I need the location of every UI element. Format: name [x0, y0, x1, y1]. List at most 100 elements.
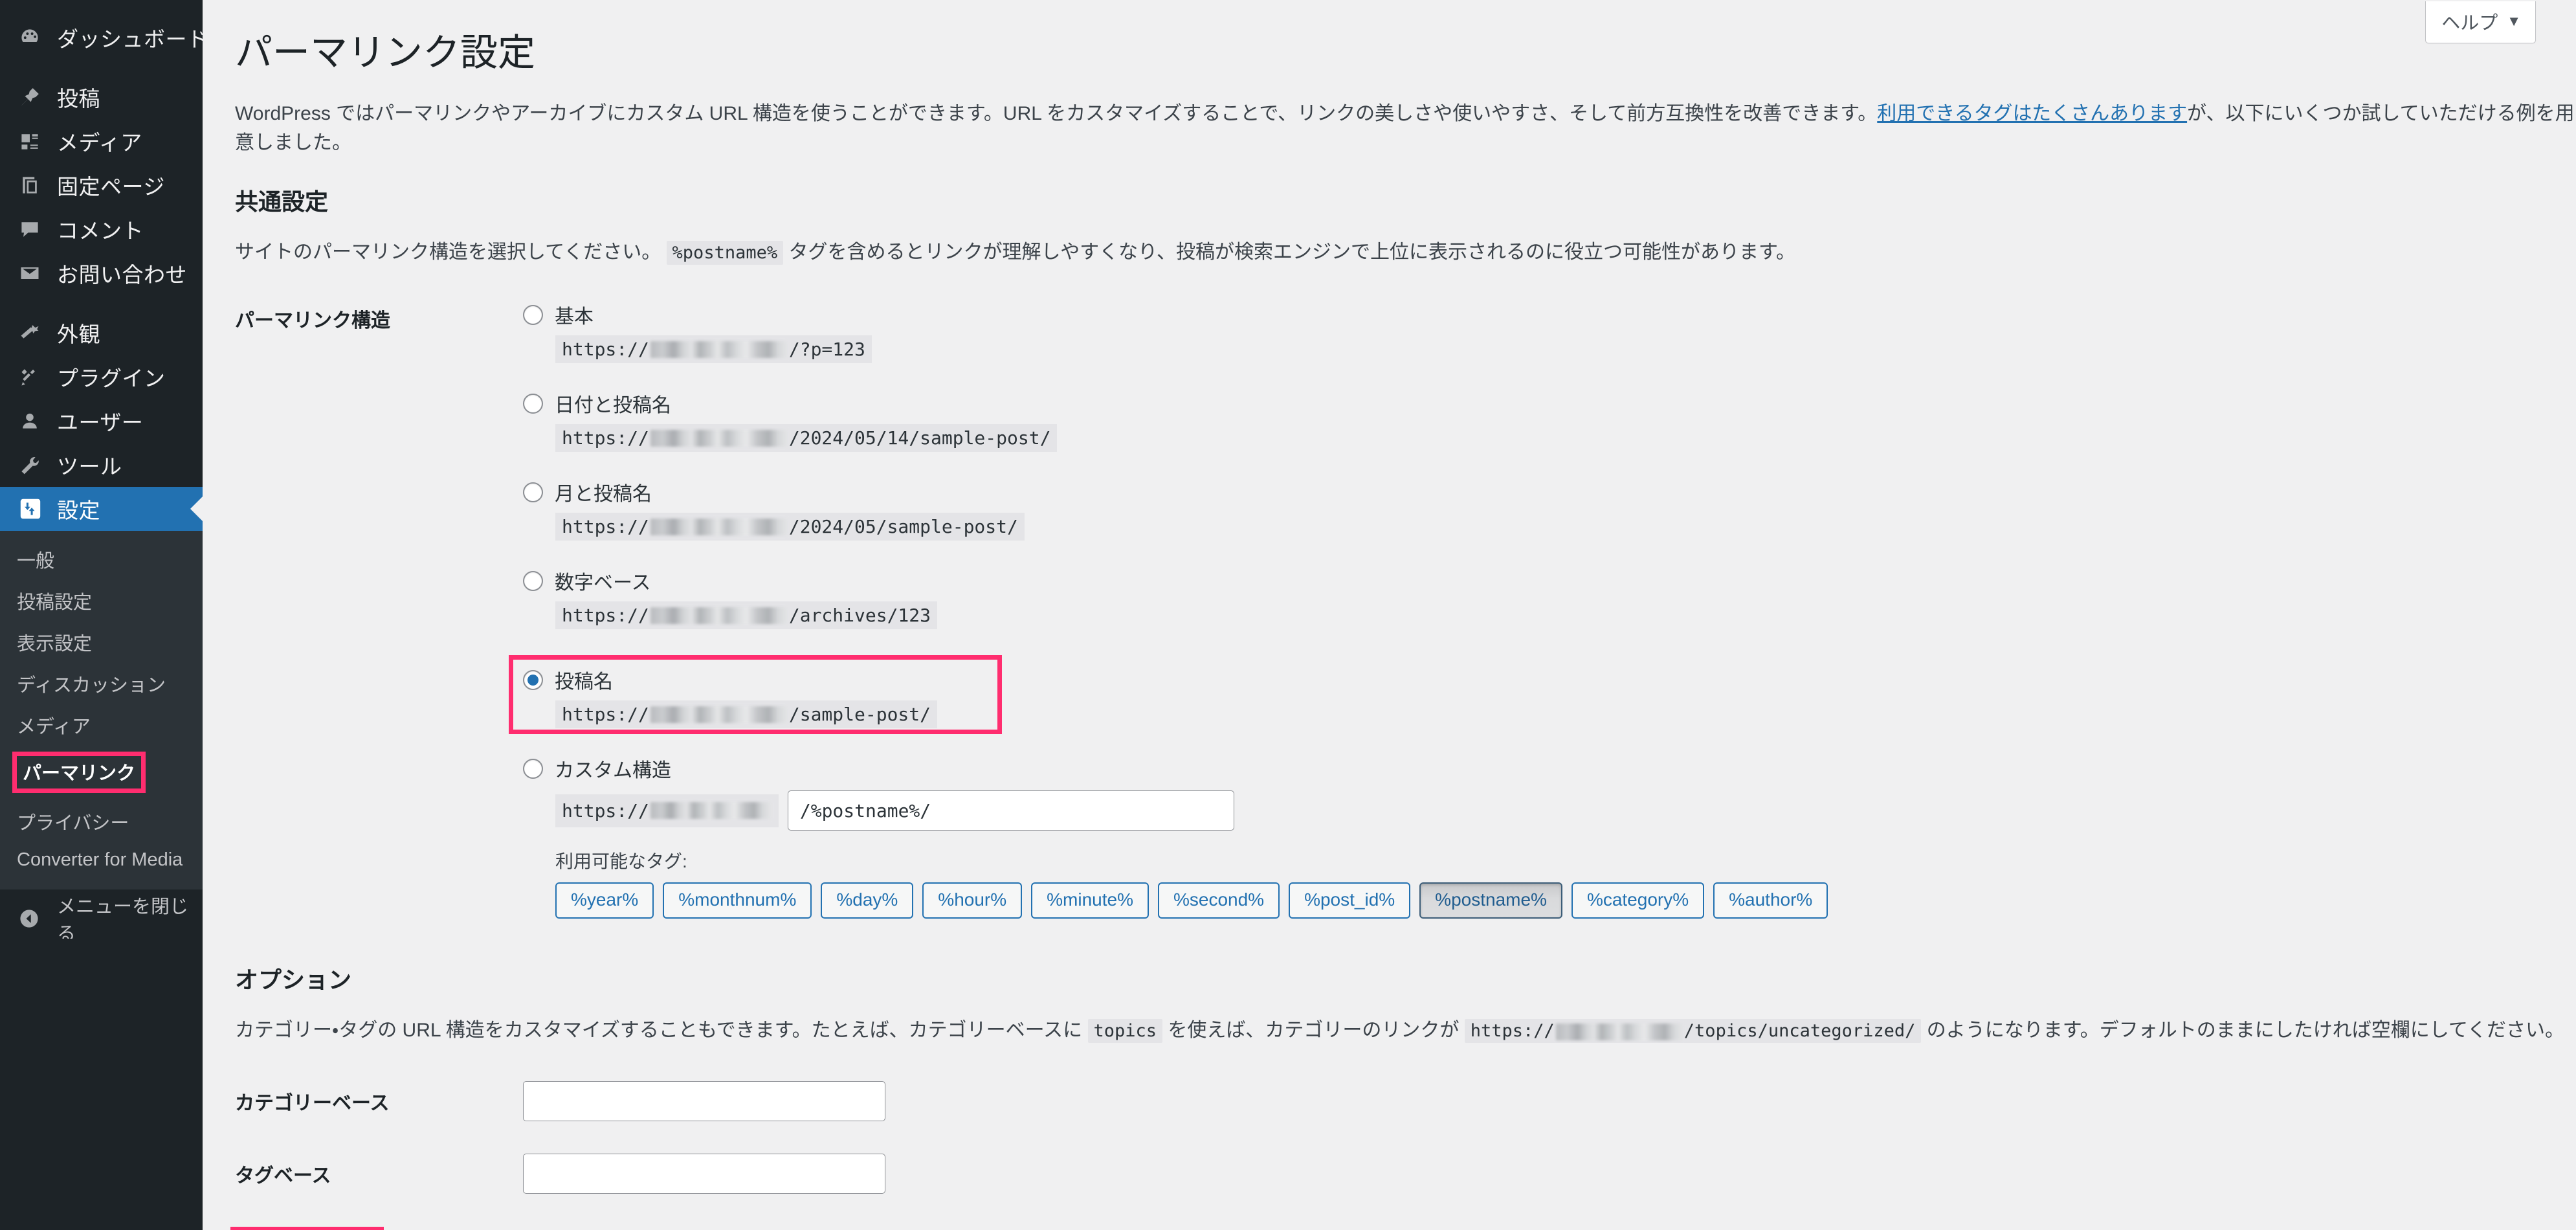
- wordpress-admin-screen: ダッシュボード 投稿 メディア 固定ページ コメント お問い合わせ 外観 プラグ…: [0, 0, 2576, 1230]
- comment-icon: [18, 218, 52, 241]
- sidebar-item-writing[interactable]: 投稿設定: [0, 580, 203, 621]
- sidebar-filler: [0, 939, 203, 1230]
- sidebar-item-contact[interactable]: お問い合わせ: [0, 251, 203, 295]
- url-example-day-and-name: https:// /2024/05/14/sample-post/: [555, 424, 1058, 453]
- available-tags-label: 利用可能なタグ:: [555, 851, 687, 872]
- sidebar-item-settings[interactable]: 設定: [0, 487, 203, 531]
- sidebar-top-spacer: [0, 0, 203, 16]
- sidebar-menu: ダッシュボード 投稿 メディア 固定ページ コメント お問い合わせ 外観 プラグ…: [0, 0, 208, 531]
- radio-option-post-name[interactable]: 投稿名 https:// /sample-post/: [509, 655, 2576, 740]
- help-toggle-button[interactable]: ヘルプ ▼: [2425, 1, 2536, 43]
- sidebar-item-appearance[interactable]: 外観: [0, 311, 203, 355]
- media-icon: [18, 129, 52, 153]
- category-base-row: カテゴリーベース: [235, 1081, 2576, 1122]
- sidebar-item-general[interactable]: 一般: [0, 539, 203, 580]
- sidebar-item-posts[interactable]: 投稿: [0, 75, 203, 119]
- radio-plain[interactable]: [523, 304, 543, 325]
- mail-icon: [18, 262, 52, 285]
- submenu-label: プライバシー: [17, 813, 129, 834]
- radio-option-plain[interactable]: 基本 https:// /?p=123: [523, 300, 2576, 364]
- radio-label: カスタム構造: [555, 760, 671, 782]
- available-tags-link[interactable]: 利用できるタグはたくさんあります: [1877, 103, 2187, 124]
- submenu-label: 投稿設定: [17, 592, 93, 613]
- sidebar-item-comments[interactable]: コメント: [0, 207, 203, 251]
- sidebar-item-tools[interactable]: ツール: [0, 443, 203, 487]
- url-example-post-name: https:// /sample-post/: [555, 700, 938, 729]
- redacted-domain: [650, 802, 771, 820]
- radio-label: 投稿名: [555, 671, 613, 693]
- sidebar-item-plugins[interactable]: プラグイン: [0, 355, 203, 399]
- submenu-label: ディスカッション: [17, 675, 166, 696]
- collapse-menu-button[interactable]: メニューを閉じる: [0, 897, 203, 945]
- redacted-domain: [650, 518, 788, 535]
- sidebar-item-pages[interactable]: 固定ページ: [0, 163, 203, 207]
- radio-option-day-and-name[interactable]: 日付と投稿名 https:// /2024/05/14/sample-post/: [523, 389, 2576, 453]
- common-settings-heading: 共通設定: [235, 188, 329, 216]
- collapse-menu-label: メニューを閉じる: [57, 897, 189, 945]
- collapse-menu-wrap: メニューを閉じる: [0, 889, 203, 945]
- tools-icon: [18, 453, 52, 476]
- sidebar-item-permalinks[interactable]: パーマリンク: [0, 746, 203, 799]
- sidebar-item-privacy[interactable]: プライバシー: [0, 799, 203, 842]
- radio-custom[interactable]: [523, 758, 543, 779]
- sidebar-item-discussion[interactable]: ディスカッション: [0, 663, 203, 704]
- radio-option-numeric[interactable]: 数字ベース https:// /archives/123: [523, 566, 2576, 630]
- sidebar-item-users[interactable]: ユーザー: [0, 399, 203, 443]
- custom-structure-input[interactable]: [787, 790, 1234, 831]
- sidebar-item-label: 設定: [57, 498, 100, 522]
- submenu-label: 表示設定: [17, 634, 93, 654]
- url-suffix: /2024/05/14/sample-post/: [788, 427, 1051, 449]
- redacted-domain: [650, 341, 788, 358]
- main-content: ヘルプ ▼ パーマリンク設定 WordPress ではパーマリンクやアーカイブに…: [203, 0, 2576, 1230]
- sidebar-item-converter-for-media[interactable]: Converter for Media: [0, 842, 203, 878]
- url-prefix: https://: [562, 800, 649, 822]
- pin-icon: [18, 85, 52, 109]
- tag-button-year[interactable]: %year%: [555, 882, 654, 919]
- tag-button-monthnum[interactable]: %monthnum%: [663, 882, 812, 919]
- radio-option-month-and-name[interactable]: 月と投稿名 https:// /2024/05/sample-post/: [523, 478, 2576, 541]
- options-desc: カテゴリー・タグの URL 構造をカスタマイズすることもできます。たとえば、カテ…: [235, 1016, 2576, 1045]
- url-example-plain: https:// /?p=123: [555, 335, 872, 364]
- sidebar-item-reading[interactable]: 表示設定: [0, 621, 203, 663]
- sidebar-item-media-settings[interactable]: メディア: [0, 704, 203, 746]
- url-suffix: /archives/123: [788, 605, 931, 627]
- redacted-domain: [1555, 1023, 1683, 1040]
- tag-button-category[interactable]: %category%: [1571, 882, 1705, 919]
- sidebar-item-media[interactable]: メディア: [0, 119, 203, 163]
- page-icon: [18, 173, 52, 197]
- tag-button-day[interactable]: %day%: [821, 882, 914, 919]
- radio-month-and-name[interactable]: [523, 482, 543, 502]
- url-suffix: /topics/uncategorized/: [1683, 1021, 1916, 1042]
- submenu-label: メディア: [17, 717, 91, 737]
- desc-part2: タグを含めるとリンクが理解しやすくなり、投稿が検索エンジンで上位に表示されるのに…: [788, 241, 1795, 263]
- page-title: パーマリンク設定: [235, 32, 536, 74]
- tag-button-author[interactable]: %author%: [1713, 882, 1828, 919]
- sidebar-item-label: 外観: [57, 322, 100, 346]
- sidebar-item-label: ツール: [57, 454, 122, 478]
- permalink-structure-row: パーマリンク構造 基本 https:///?p=123 日付と投稿名 https…: [235, 300, 2576, 919]
- radio-post-name[interactable]: [523, 669, 543, 690]
- options-heading: オプション: [235, 967, 352, 994]
- tag-button-minute[interactable]: %minute%: [1031, 882, 1149, 919]
- permalink-structure-options: 基本 https:///?p=123 日付と投稿名 https:// /2024…: [509, 300, 2576, 919]
- tag-button-second[interactable]: %second%: [1157, 882, 1280, 919]
- tag-button-postname[interactable]: %postname%: [1419, 882, 1562, 919]
- permalink-highlight-box: パーマリンク: [12, 752, 146, 793]
- sidebar-item-label: 固定ページ: [57, 175, 165, 199]
- sidebar-item-dashboard[interactable]: ダッシュボード: [0, 16, 208, 60]
- sidebar-item-label: メディア: [57, 131, 142, 155]
- tag-button-post-id[interactable]: %post_id%: [1289, 882, 1411, 919]
- radio-label: 数字ベース: [555, 572, 651, 594]
- permalink-structure-label: パーマリンク構造: [235, 310, 390, 332]
- radio-numeric[interactable]: [523, 570, 543, 591]
- options-section: オプション カテゴリー・タグの URL 構造をカスタマイズすることもできます。た…: [230, 961, 2576, 1230]
- tag-base-input[interactable]: [523, 1154, 885, 1194]
- category-base-input[interactable]: [523, 1081, 885, 1122]
- url-example-numeric: https:// /archives/123: [555, 601, 938, 630]
- help-label: ヘルプ: [2441, 13, 2498, 34]
- radio-option-custom[interactable]: カスタム構造 https:// 利用可能なタグ: %year%: [523, 754, 2576, 919]
- radio-day-and-name[interactable]: [523, 393, 543, 414]
- tag-button-hour[interactable]: %hour%: [922, 882, 1023, 919]
